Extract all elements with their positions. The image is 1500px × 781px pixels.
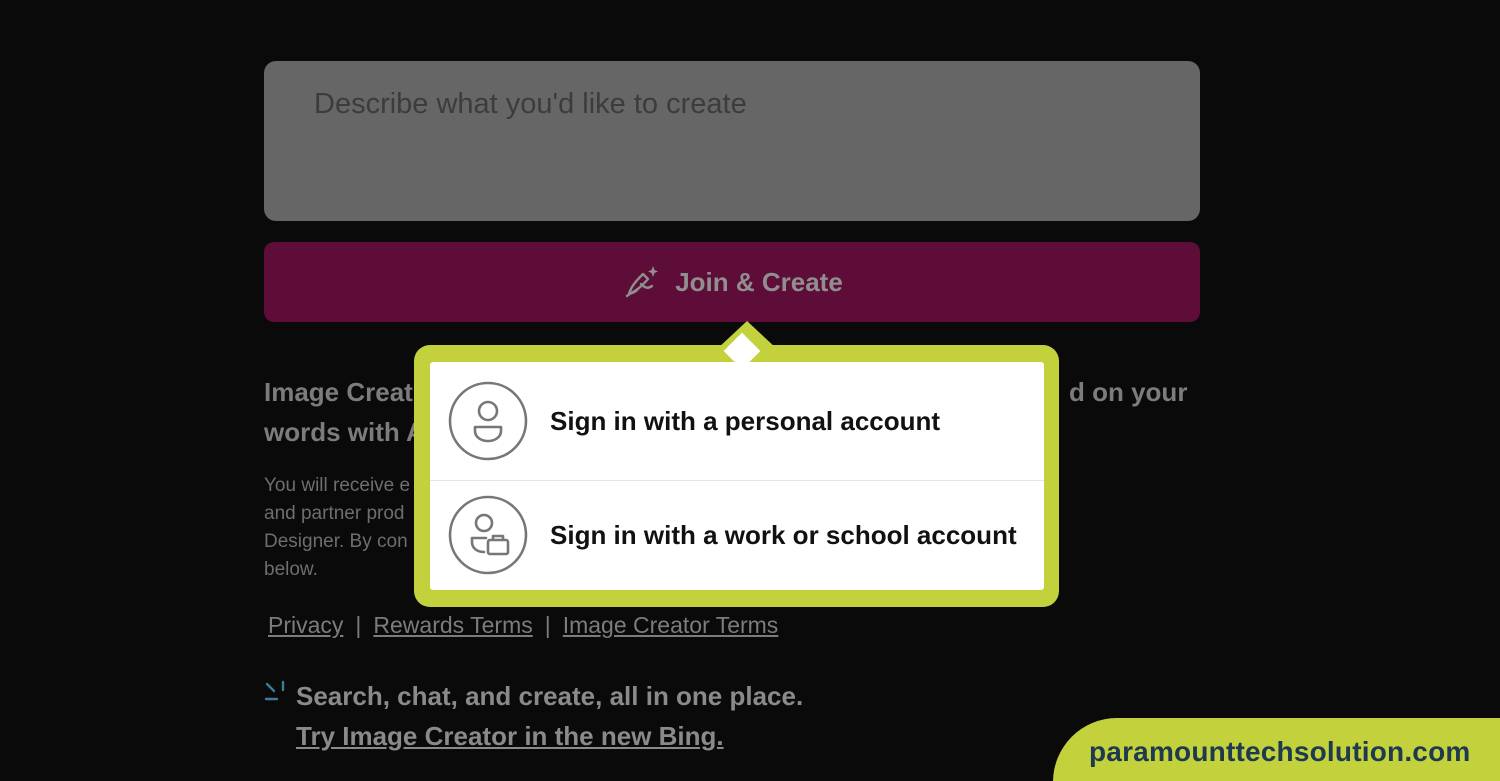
prompt-input[interactable] <box>314 85 1150 197</box>
description-small-line: You will receive e <box>264 475 411 496</box>
link-separator: | <box>355 612 362 638</box>
join-create-button[interactable]: Join & Create <box>264 242 1200 322</box>
description-small-line: below. <box>264 559 318 580</box>
description-small: You will receive e and partner prod Desi… <box>264 472 410 584</box>
person-icon <box>448 381 528 461</box>
personal-account-label: Sign in with a personal account <box>550 405 941 436</box>
rewards-terms-link[interactable]: Rewards Terms <box>373 612 532 639</box>
person-briefcase-icon <box>448 495 528 575</box>
description-heading-tail: d on your <box>1069 377 1188 407</box>
signin-options: Sign in with a personal account Sign in … <box>430 362 1044 590</box>
description-small-line: and partner prod <box>264 503 405 524</box>
terms-links: Privacy | Rewards Terms | Image Creator … <box>268 612 778 639</box>
prompt-box <box>264 61 1200 221</box>
try-image-creator-link[interactable]: Try Image Creator in the new Bing. <box>296 717 724 755</box>
image-creator-terms-link[interactable]: Image Creator Terms <box>563 612 779 639</box>
watermark: paramounttechsolution.com <box>1053 718 1500 781</box>
link-separator: | <box>544 612 551 638</box>
promo-text: Search, chat, and create, all in one pla… <box>296 681 804 711</box>
privacy-link[interactable]: Privacy <box>268 612 343 639</box>
watermark-text: paramounttechsolution.com <box>1089 736 1471 767</box>
description-small-line: Designer. By con <box>264 531 408 552</box>
work-account-option[interactable]: Sign in with a work or school account <box>430 480 1044 590</box>
pen-sparkle-icon <box>625 266 659 298</box>
work-account-label: Sign in with a work or school account <box>550 519 1017 550</box>
join-create-label: Join & Create <box>675 266 843 297</box>
personal-account-option[interactable]: Sign in with a personal account <box>430 362 1044 481</box>
page: Join & Create Image Creat words with A d… <box>0 0 1500 781</box>
sparkle-icon <box>264 680 285 701</box>
